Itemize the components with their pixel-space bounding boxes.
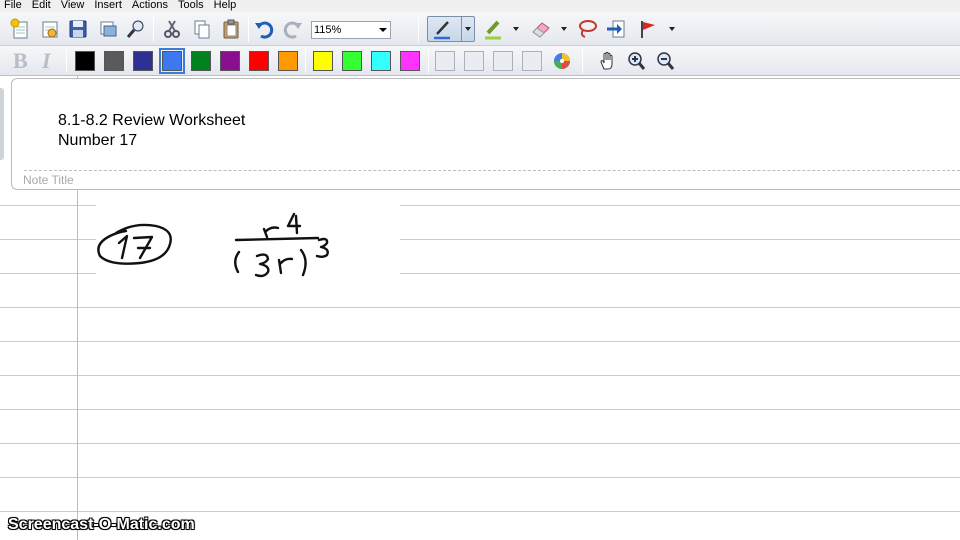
save-icon[interactable] <box>66 17 90 41</box>
toolbar-separator <box>153 16 154 42</box>
color-swatch-gray[interactable] <box>104 51 124 71</box>
handwritten-ink[interactable] <box>96 200 400 304</box>
color-swatch-red[interactable] <box>249 51 269 71</box>
rule-line <box>0 511 960 512</box>
color-swatch-lime[interactable] <box>342 51 362 71</box>
menu-tools[interactable]: Tools <box>174 0 210 11</box>
pan-hand-icon[interactable] <box>596 49 620 73</box>
denominator-r-stroke <box>277 257 294 275</box>
chevron-down-icon <box>379 28 387 32</box>
toolbar-separator <box>66 49 67 73</box>
rule-line <box>0 477 960 478</box>
digit-one-stroke <box>117 234 129 260</box>
find-icon[interactable] <box>124 17 148 41</box>
color-swatch-yellow[interactable] <box>313 51 333 71</box>
numerator-r-stroke <box>262 226 280 239</box>
new-note-icon[interactable] <box>8 17 32 41</box>
color-swatch-black[interactable] <box>75 51 95 71</box>
right-paren-stroke <box>299 248 307 277</box>
circle-stroke <box>97 223 172 265</box>
color-swatch-magenta[interactable] <box>400 51 420 71</box>
pen-icon <box>430 17 454 41</box>
insert-space-icon[interactable] <box>604 17 628 41</box>
print-icon[interactable] <box>96 17 120 41</box>
redo-icon[interactable] <box>281 17 305 41</box>
menu-bar: File Edit View Insert Actions Tools Help <box>0 0 960 12</box>
lasso-icon[interactable] <box>576 17 600 41</box>
toolbar-separator <box>305 49 306 73</box>
zoom-in-icon[interactable] <box>624 49 648 73</box>
rule-line <box>0 443 960 444</box>
italic-button[interactable]: I <box>42 48 51 74</box>
color-swatch-purple[interactable] <box>220 51 240 71</box>
flag-icon[interactable] <box>636 17 660 41</box>
color-swatch-cyan[interactable] <box>371 51 391 71</box>
undo-icon[interactable] <box>252 17 276 41</box>
menu-file[interactable]: File <box>0 0 28 11</box>
color-picker-icon[interactable] <box>550 49 574 73</box>
screencast-watermark: Screencast-O-Matic.com <box>8 516 195 533</box>
custom-color-slot[interactable] <box>435 51 455 71</box>
eraser-icon[interactable] <box>529 17 553 41</box>
menu-actions[interactable]: Actions <box>128 0 174 11</box>
menu-insert[interactable]: Insert <box>90 0 128 11</box>
exponent-three-stroke <box>315 237 329 258</box>
rule-line <box>0 307 960 308</box>
ink-strokes <box>97 212 329 278</box>
fraction-bar-stroke <box>234 236 320 242</box>
note-title-placeholder: Note Title <box>23 173 74 187</box>
cut-icon[interactable] <box>160 17 184 41</box>
zoom-out-icon[interactable] <box>653 49 677 73</box>
color-swatch-orange[interactable] <box>278 51 298 71</box>
rule-line <box>0 375 960 376</box>
note-title-area[interactable] <box>11 78 960 190</box>
left-paren-stroke <box>234 250 241 274</box>
digit-three-stroke <box>254 253 270 278</box>
zoom-select[interactable]: 115% <box>311 21 391 39</box>
toolbar-separator <box>582 49 583 73</box>
copy-icon[interactable] <box>190 17 214 41</box>
rule-line <box>0 341 960 342</box>
pen-dropdown-chevron-icon[interactable] <box>465 27 471 31</box>
eraser-dropdown-chevron-icon[interactable] <box>561 27 567 31</box>
open-icon[interactable] <box>38 17 62 41</box>
bold-button[interactable]: B <box>13 48 28 74</box>
header-tab <box>0 88 4 160</box>
toolbar-separator <box>428 49 429 73</box>
highlighter-icon[interactable] <box>481 17 505 41</box>
paste-icon[interactable] <box>219 17 243 41</box>
custom-color-slot[interactable] <box>464 51 484 71</box>
custom-color-slot[interactable] <box>522 51 542 71</box>
flag-dropdown-chevron-icon[interactable] <box>669 27 675 31</box>
note-title-line-1[interactable]: 8.1-8.2 Review Worksheet <box>58 112 245 130</box>
highlighter-dropdown-chevron-icon[interactable] <box>513 27 519 31</box>
color-swatch-navy[interactable] <box>133 51 153 71</box>
menu-view[interactable]: View <box>57 0 91 11</box>
custom-color-slot[interactable] <box>493 51 513 71</box>
color-swatch-blue-selected[interactable] <box>159 48 185 74</box>
menu-help[interactable]: Help <box>210 0 243 11</box>
title-divider <box>24 170 960 171</box>
menu-edit[interactable]: Edit <box>28 0 57 11</box>
toolbar-separator <box>418 16 419 42</box>
color-swatch-green[interactable] <box>191 51 211 71</box>
note-title-line-2[interactable]: Number 17 <box>58 132 137 150</box>
exponent-four-stroke <box>286 212 302 235</box>
pen-tool-button[interactable] <box>427 16 475 42</box>
zoom-value: 115% <box>314 24 342 36</box>
rule-line <box>0 409 960 410</box>
toolbar-separator <box>248 16 249 42</box>
